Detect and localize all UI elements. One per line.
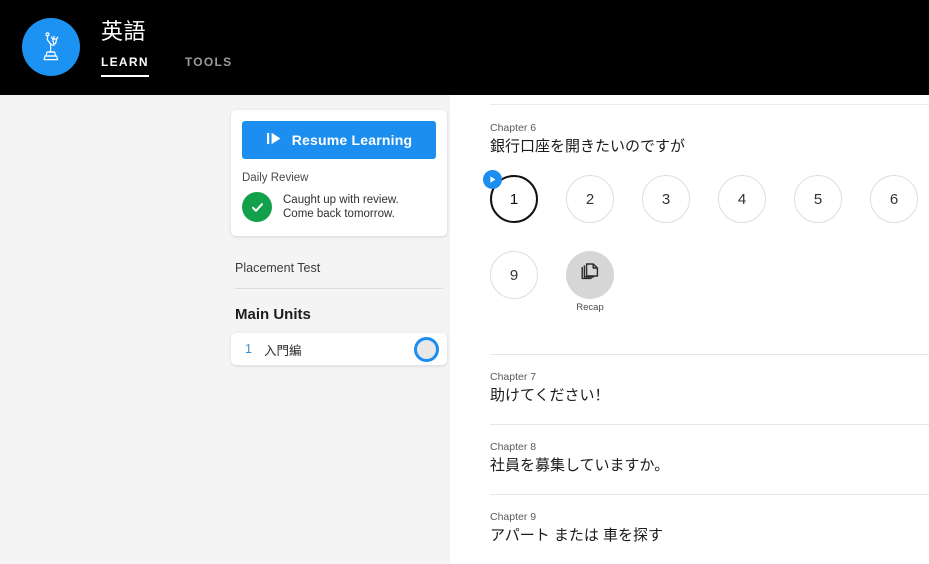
sidebar-divider — [235, 288, 443, 289]
chapter-block-9: Chapter 9 アパート または 車を探す — [490, 495, 929, 547]
chapter-block-8: Chapter 8 社員を募集していますか。 — [490, 425, 929, 495]
main-nav: LEARN TOOLS — [101, 55, 232, 77]
sidebar-unit-1[interactable]: 1 入門編 — [231, 333, 447, 365]
app-header: 英語 LEARN TOOLS — [0, 0, 929, 95]
lesson-circle-5[interactable]: 5 — [794, 175, 842, 223]
chapter-title[interactable]: 社員を募集していますか。 — [490, 455, 929, 477]
chapter-label: Chapter 6 — [490, 122, 537, 134]
daily-review-heading: Daily Review — [242, 172, 309, 184]
resume-learning-label: Resume Learning — [291, 132, 413, 148]
recap-button[interactable] — [566, 251, 614, 299]
placement-test-section: Placement Test — [231, 261, 447, 289]
statue-of-liberty-icon — [34, 30, 68, 64]
lesson-label: 6 — [889, 190, 899, 208]
chapter-label: Chapter 7 — [490, 371, 537, 383]
lesson-label: 2 — [585, 190, 595, 208]
app-logo[interactable] — [22, 18, 80, 76]
recap-wrapper: Recap — [566, 251, 614, 313]
daily-review-text: Caught up with review. Come back tomorro… — [283, 193, 399, 222]
sidebar: Resume Learning Daily Review Caught up w… — [231, 110, 447, 365]
check-circle-icon — [242, 192, 272, 222]
placement-test-link[interactable]: Placement Test — [235, 261, 443, 275]
app-page: 英語 LEARN TOOLS Resume Learning Daily Rev… — [0, 0, 929, 564]
lesson-circle-4[interactable]: 4 — [718, 175, 766, 223]
daily-review-status: Caught up with review. Come back tomorro… — [242, 192, 436, 222]
lesson-label: 4 — [737, 190, 747, 208]
lesson-circle-2[interactable]: 2 — [566, 175, 614, 223]
lesson-label: 1 — [509, 190, 519, 208]
tab-tools[interactable]: TOOLS — [185, 55, 233, 77]
main-units-heading: Main Units — [235, 306, 311, 323]
daily-review-line-2: Come back tomorrow. — [283, 208, 395, 220]
play-icon — [266, 131, 283, 149]
chapter-title[interactable]: 助けてください！ — [490, 385, 929, 407]
play-icon[interactable] — [483, 170, 502, 189]
unit-number: 1 — [245, 342, 252, 356]
lesson-circle-1[interactable]: 1 — [483, 170, 538, 223]
daily-review-card: Resume Learning Daily Review Caught up w… — [231, 110, 447, 236]
recap-label: Recap — [576, 302, 604, 313]
chapter-label: Chapter 8 — [490, 441, 537, 453]
daily-review-line-1: Caught up with review. — [283, 193, 399, 206]
chapter-block-7: Chapter 7 助けてください！ — [490, 355, 929, 425]
sidebar-column: Resume Learning Daily Review Caught up w… — [0, 95, 450, 564]
lesson-circle-6[interactable]: 6 — [870, 175, 918, 223]
unit-name: 入門編 — [263, 343, 302, 358]
chapter-title[interactable]: アパート または 車を探す — [490, 525, 929, 547]
lesson-grid: 1 2 3 4 5 6 9 Recap — [483, 170, 929, 313]
tab-learn[interactable]: LEARN — [101, 55, 149, 77]
lesson-label: 9 — [509, 266, 519, 284]
lesson-circle-3[interactable]: 3 — [642, 175, 690, 223]
chapter-list-column: Chapter 6 銀行口座を開きたいのですが 1 2 3 4 5 6 9 Re… — [450, 95, 929, 564]
chapter-title[interactable]: 銀行口座を開きたいのですが — [490, 136, 929, 158]
lesson-label: 5 — [813, 190, 823, 208]
unit-progress-ring — [414, 336, 439, 362]
chapter-label: Chapter 9 — [490, 511, 537, 523]
page-title: 英語 — [101, 19, 147, 44]
lesson-circle-9[interactable]: 9 — [490, 251, 538, 299]
chapter-block-6: Chapter 6 銀行口座を開きたいのですが 1 2 3 4 5 6 9 Re… — [483, 95, 929, 355]
chapter-list: Chapter 6 銀行口座を開きたいのですが 1 2 3 4 5 6 9 Re… — [450, 95, 929, 547]
resume-learning-button[interactable]: Resume Learning — [242, 121, 436, 159]
lesson-label: 3 — [661, 190, 671, 208]
copy-pages-icon — [579, 262, 601, 289]
